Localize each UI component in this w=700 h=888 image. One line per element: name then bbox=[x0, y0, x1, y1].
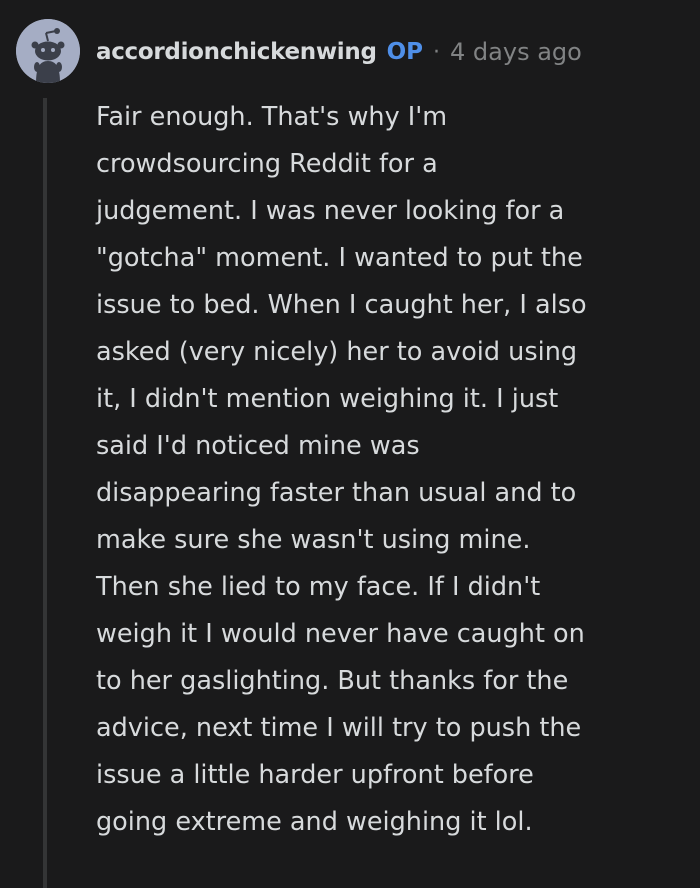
comment-body-line: crowdsourcing Reddit for a bbox=[96, 149, 438, 179]
comment-body-line: "gotcha" moment. I wanted to put the bbox=[96, 243, 583, 273]
comment-body-line: weigh it I would never have caught on bbox=[96, 619, 585, 649]
comment-header: accordionchickenwing OP · 4 days ago bbox=[96, 34, 582, 70]
comment-body-line: Fair enough. That's why I'm bbox=[96, 102, 448, 132]
comment-body-line: going extreme and weighing it lol. bbox=[96, 807, 533, 837]
comment: accordionchickenwing OP · 4 days ago Fai… bbox=[0, 0, 700, 888]
snoo-avatar-icon bbox=[16, 19, 80, 83]
comment-body-line: Then she lied to my face. If I didn't bbox=[96, 572, 541, 602]
thread-collapse-line[interactable] bbox=[43, 98, 47, 888]
comment-body-line: judgement. I was never looking for a bbox=[96, 196, 565, 226]
comment-body: Fair enough. That's why I'm crowdsourcin… bbox=[96, 94, 688, 846]
comment-body-line: advice, next time I will try to push the bbox=[96, 713, 582, 743]
comment-body-line: disappearing faster than usual and to bbox=[96, 478, 577, 508]
comment-body-line: to her gaslighting. But thanks for the bbox=[96, 666, 569, 696]
meta-separator: · bbox=[433, 39, 441, 65]
comment-body-line: it, I didn't mention weighing it. I just bbox=[96, 384, 559, 414]
comment-body-line: issue a little harder upfront before bbox=[96, 760, 534, 790]
comment-body-line: issue to bed. When I caught her, I also bbox=[96, 290, 587, 320]
comment-body-line: asked (very nicely) her to avoid using bbox=[96, 337, 578, 367]
user-avatar[interactable] bbox=[16, 19, 80, 83]
comment-body-line: said I'd noticed mine was bbox=[96, 431, 420, 461]
comment-timestamp[interactable]: 4 days ago bbox=[450, 38, 582, 66]
op-badge: OP bbox=[386, 39, 424, 65]
comment-body-line: make sure she wasn't using mine. bbox=[96, 525, 531, 555]
username-link[interactable]: accordionchickenwing bbox=[96, 39, 377, 65]
